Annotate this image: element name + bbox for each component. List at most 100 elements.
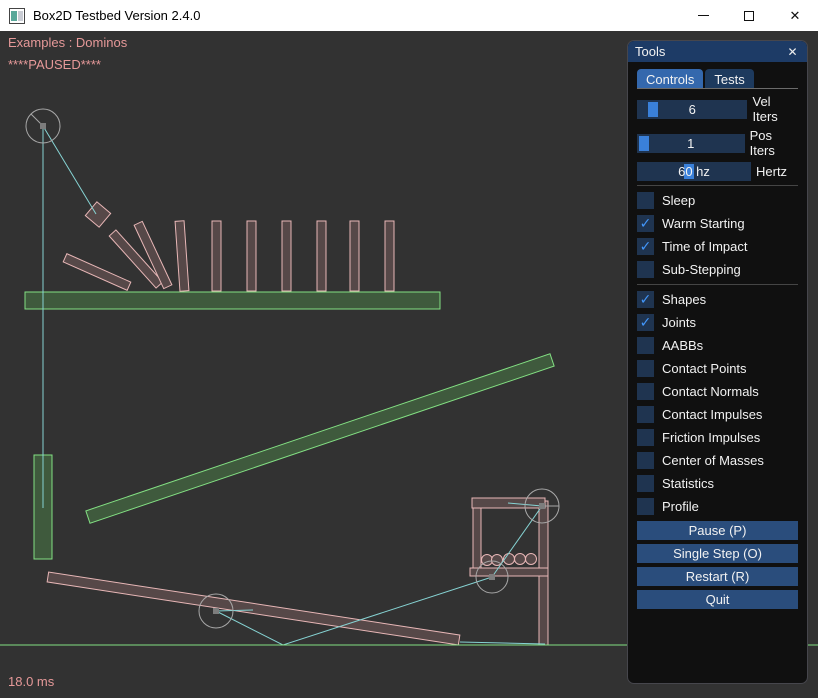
checkbox-row-friction-impulses[interactable]: Friction Impulses	[637, 429, 798, 446]
checkbox-label: Profile	[662, 499, 699, 514]
checkbox-label: Time of Impact	[662, 239, 747, 254]
checkbox-row-contact-impulses[interactable]: Contact Impulses	[637, 406, 798, 423]
checkbox-aabbs[interactable]	[637, 337, 654, 354]
checkbox-label: Contact Impulses	[662, 407, 762, 422]
checkbox-sub-stepping[interactable]	[637, 261, 654, 278]
checkbox-sleep[interactable]	[637, 192, 654, 209]
checkbox-contact-points[interactable]	[637, 360, 654, 377]
tab-controls[interactable]: Controls	[637, 69, 703, 88]
tools-panel-body: Controls Tests 6Vel Iters 1 Pos Iters 60 hz…	[628, 62, 807, 609]
minimize-icon	[698, 15, 709, 16]
checkbox-label: Center of Masses	[662, 453, 764, 468]
ground-joint-line	[460, 642, 545, 644]
checkbox-row-contact-normals[interactable]: Contact Normals	[637, 383, 798, 400]
stand-shelf	[470, 568, 548, 576]
action-buttons-section: Pause (P) Single Step (O) Restart (R) Quit	[637, 521, 798, 609]
checkmark-icon: ✓	[640, 215, 652, 232]
frame-time-label: 18.0 ms	[8, 674, 54, 689]
quit-button[interactable]: Quit	[637, 590, 798, 609]
checkbox-row-center-of-masses[interactable]: Center of Masses	[637, 452, 798, 469]
stand-frame	[470, 498, 548, 645]
close-button[interactable]: ✕	[772, 0, 818, 31]
minimize-button[interactable]	[680, 0, 726, 31]
titlebar: Box2D Testbed Version 2.4.0 ✕	[0, 0, 818, 31]
checkbox-friction-impulses[interactable]	[637, 429, 654, 446]
checkbox-label: Sleep	[662, 193, 695, 208]
tools-close-icon: ✕	[787, 45, 797, 59]
checkbox-label: Shapes	[662, 292, 706, 307]
slider-row-vel-iters: 6Vel Iters	[637, 94, 798, 124]
maximize-button[interactable]	[726, 0, 772, 31]
slider-vel-iters[interactable]: 6	[637, 100, 747, 119]
slider-hertz[interactable]: 60 hz	[637, 162, 751, 181]
checkbox-warm-starting[interactable]: ✓	[637, 215, 654, 232]
slider-row-hertz: 60 hz Hertz	[637, 162, 798, 181]
close-icon: ✕	[790, 8, 801, 24]
checkbox-joints[interactable]: ✓	[637, 314, 654, 331]
dominoes[interactable]	[63, 221, 394, 291]
separator	[637, 185, 798, 186]
restart-r-button[interactable]: Restart (R)	[637, 567, 798, 586]
checkbox-contact-impulses[interactable]	[637, 406, 654, 423]
slider-row-pos-iters: 1 Pos Iters	[637, 128, 798, 158]
checkmark-icon: ✓	[640, 238, 652, 255]
separator	[637, 284, 798, 285]
checkbox-row-aabbs[interactable]: AABBs	[637, 337, 798, 354]
checkbox-label: Warm Starting	[662, 216, 745, 231]
tab-tests[interactable]: Tests	[705, 69, 753, 88]
pause-p-button[interactable]: Pause (P)	[637, 521, 798, 540]
slider-value: 60 hz	[637, 164, 751, 179]
stand-balls[interactable]	[482, 554, 537, 566]
checkbox-label: Friction Impulses	[662, 430, 760, 445]
window-controls: ✕	[680, 0, 818, 31]
paused-label: ****PAUSED****	[8, 57, 101, 72]
tools-panel-title: Tools	[635, 44, 785, 59]
checkbox-row-joints[interactable]: ✓ Joints	[637, 314, 798, 331]
tools-panel-titlebar[interactable]: Tools ✕	[628, 41, 807, 62]
slider-value: 6	[637, 102, 747, 117]
domino-platform	[25, 292, 440, 309]
checkmark-icon: ✓	[640, 314, 652, 331]
checkbox-profile[interactable]	[637, 498, 654, 515]
solver-options-section: Sleep ✓ Warm Starting ✓ Time of Impact Sub-St…	[637, 192, 798, 278]
checkbox-row-sub-stepping[interactable]: Sub-Stepping	[637, 261, 798, 278]
checkbox-label: Contact Points	[662, 361, 747, 376]
maximize-icon	[744, 11, 754, 21]
checkbox-label: Statistics	[662, 476, 714, 491]
example-label: Examples : Dominos	[8, 35, 127, 50]
checkbox-row-statistics[interactable]: Statistics	[637, 475, 798, 492]
checkbox-row-warm-starting[interactable]: ✓ Warm Starting	[637, 215, 798, 232]
pendulum-box[interactable]	[85, 202, 110, 227]
slider-label: Hertz	[756, 164, 787, 179]
slider-label: Pos Iters	[750, 128, 798, 158]
checkbox-label: AABBs	[662, 338, 703, 353]
draw-options-section: ✓ Shapes ✓ Joints AABBs Contact Points Contact…	[637, 291, 798, 515]
checkbox-row-profile[interactable]: Profile	[637, 498, 798, 515]
single-step-o-button[interactable]: Single Step (O)	[637, 544, 798, 563]
checkbox-contact-normals[interactable]	[637, 383, 654, 400]
checkbox-row-contact-points[interactable]: Contact Points	[637, 360, 798, 377]
checkbox-label: Sub-Stepping	[662, 262, 741, 277]
seesaw-plank[interactable]	[47, 572, 460, 645]
stand-left-post	[473, 501, 481, 575]
sliders-section: 6Vel Iters 1 Pos Iters 60 hz Hertz	[637, 94, 798, 181]
checkbox-time-of-impact[interactable]: ✓	[637, 238, 654, 255]
slider-value: 1	[637, 136, 745, 151]
tab-bar: Controls Tests	[637, 69, 798, 89]
checkbox-row-shapes[interactable]: ✓ Shapes	[637, 291, 798, 308]
slider-pos-iters[interactable]: 1	[637, 134, 745, 153]
checkbox-shapes[interactable]: ✓	[637, 291, 654, 308]
checkbox-statistics[interactable]	[637, 475, 654, 492]
app-icon	[9, 8, 25, 24]
rope-line-upper	[492, 506, 542, 577]
checkmark-icon: ✓	[640, 291, 652, 308]
tools-close-button[interactable]: ✕	[785, 44, 800, 59]
checkbox-label: Joints	[662, 315, 696, 330]
pendulum-joint-line	[43, 126, 96, 214]
window-title: Box2D Testbed Version 2.4.0	[33, 8, 200, 23]
checkbox-row-sleep[interactable]: Sleep	[637, 192, 798, 209]
checkbox-label: Contact Normals	[662, 384, 759, 399]
checkbox-row-time-of-impact[interactable]: ✓ Time of Impact	[637, 238, 798, 255]
checkbox-center-of-masses[interactable]	[637, 452, 654, 469]
app-window: Box2D Testbed Version 2.4.0 ✕	[0, 0, 818, 698]
